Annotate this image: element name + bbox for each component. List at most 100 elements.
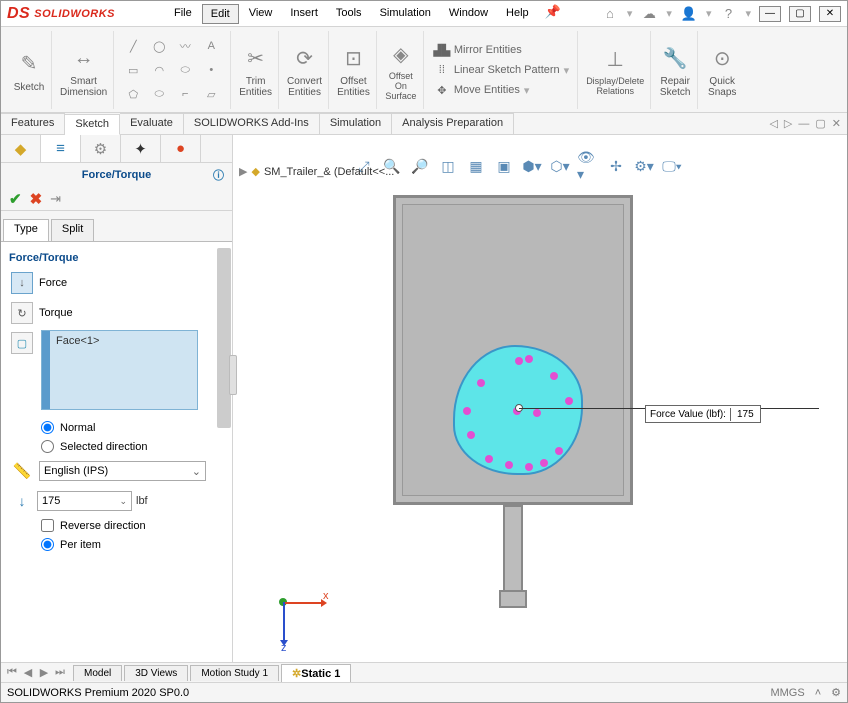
cloud-icon[interactable]: ☁ xyxy=(640,5,658,23)
ribbon-offset-surface[interactable]: ◈ Offset On Surface xyxy=(379,31,424,109)
user-icon[interactable]: 👤 xyxy=(680,5,698,23)
tree-root-label[interactable]: SM_Trailer_& (Default<<... xyxy=(264,166,394,178)
display-style-icon[interactable]: ▣ xyxy=(493,155,515,177)
tab-analysis[interactable]: Analysis Preparation xyxy=(392,113,514,134)
splitter-handle[interactable] xyxy=(229,355,237,395)
menu-window[interactable]: Window xyxy=(441,4,496,24)
force-value-input[interactable]: 175 ⌄ xyxy=(37,491,132,511)
selection-list[interactable]: Face<1> xyxy=(41,330,198,410)
display-icon[interactable]: 🖵▾ xyxy=(661,155,683,177)
force-callout[interactable]: Force Value (lbf): 175 xyxy=(645,405,761,423)
cancel-button[interactable]: ✖ xyxy=(30,190,43,208)
first-icon[interactable]: ⏮ xyxy=(5,666,19,679)
menu-simulation[interactable]: Simulation xyxy=(372,4,439,24)
doc-close-icon[interactable]: ✕ xyxy=(832,117,841,130)
arc-icon[interactable]: ◠ xyxy=(148,60,170,80)
option-torque[interactable]: ↻ Torque xyxy=(5,298,228,328)
reverse-row[interactable]: Reverse direction xyxy=(5,516,228,535)
section-force-torque[interactable]: Force/Torque ˄ xyxy=(5,248,228,268)
tab-model[interactable]: Model xyxy=(73,665,122,681)
per-item-radio[interactable] xyxy=(41,538,54,551)
tab-features[interactable]: Features xyxy=(1,113,65,134)
ribbon-smart-dimension[interactable]: ↔ Smart Dimension xyxy=(54,31,114,109)
help-icon[interactable]: ? xyxy=(719,5,737,23)
feature-tree-tab[interactable]: ◆ xyxy=(1,135,41,162)
tab-simulation[interactable]: Simulation xyxy=(320,113,392,134)
menu-view[interactable]: View xyxy=(241,4,281,24)
plane-icon[interactable]: ▱ xyxy=(200,84,222,104)
next-icon[interactable]: ▶ xyxy=(37,666,51,679)
menu-help[interactable]: Help xyxy=(498,4,537,24)
units-icon[interactable]: 📏 xyxy=(11,460,33,482)
ribbon-convert[interactable]: ⟳ Convert Entities xyxy=(281,31,329,109)
appearance-tab[interactable]: ● xyxy=(161,135,201,162)
maximize-button[interactable]: ▢ xyxy=(789,6,811,22)
doc-max-icon[interactable]: ▢ xyxy=(815,117,825,130)
render-icon[interactable]: ✢ xyxy=(605,155,627,177)
close-button[interactable]: ✕ xyxy=(819,6,841,22)
menu-insert[interactable]: Insert xyxy=(282,4,326,24)
ribbon-quick-snaps[interactable]: ⊙ Quick Snaps xyxy=(700,31,744,109)
ribbon-repair[interactable]: 🔧 Repair Sketch xyxy=(653,31,698,109)
menu-edit[interactable]: Edit xyxy=(202,4,239,24)
callout-value[interactable]: 175 xyxy=(730,408,760,421)
model-viewport[interactable] xyxy=(393,195,635,605)
home-icon[interactable]: ⌂ xyxy=(601,5,619,23)
per-item-row[interactable]: Per item xyxy=(5,535,228,554)
linear-pattern[interactable]: ⁞⁞Linear Sketch Pattern▾ xyxy=(434,62,569,78)
fillet-icon[interactable]: ⌐ xyxy=(174,84,196,104)
last-icon[interactable]: ⏭ xyxy=(53,666,67,679)
scene-icon[interactable]: 👁▾ xyxy=(577,155,599,177)
flyout-tree[interactable]: ▶ ◆ SM_Trailer_& (Default<<... xyxy=(239,165,394,178)
spinner-icon[interactable]: ⌄ xyxy=(119,496,127,507)
ribbon-relations[interactable]: ⊥ Display/Delete Relations xyxy=(580,31,651,109)
tab-sketch[interactable]: Sketch xyxy=(65,114,120,135)
help-icon[interactable]: ⓘ xyxy=(213,167,224,183)
circle-icon[interactable]: ◯ xyxy=(148,36,170,56)
ribbon-offset[interactable]: ⊡ Offset Entities xyxy=(331,31,377,109)
chevron-up-icon[interactable]: ˄ xyxy=(815,687,821,699)
face-icon[interactable]: ▢ xyxy=(11,332,33,354)
radio-selected-direction[interactable]: Selected direction xyxy=(5,437,228,456)
slot-icon[interactable]: ⬭ xyxy=(148,84,170,104)
ribbon-trim[interactable]: ✂ Trim Entities xyxy=(233,31,279,109)
tab-evaluate[interactable]: Evaluate xyxy=(120,113,184,134)
ellipse-icon[interactable]: ⬭ xyxy=(174,60,196,80)
trailer-foot[interactable] xyxy=(499,590,527,608)
pin-icon[interactable]: 📌 xyxy=(545,4,561,24)
section-icon[interactable]: ◫ xyxy=(437,155,459,177)
units-indicator[interactable]: MMGS xyxy=(770,687,804,699)
appearances-icon[interactable]: ⬡▾ xyxy=(549,155,571,177)
settings-icon[interactable]: ⚙▾ xyxy=(633,155,655,177)
keep-visible-button[interactable]: ⇥ xyxy=(50,191,61,207)
ribbon-sketch[interactable]: ✎ Sketch xyxy=(7,31,52,109)
option-force[interactable]: ↓ Force xyxy=(5,268,228,298)
prev-icon[interactable]: ◁ xyxy=(769,117,777,130)
point-icon[interactable]: • xyxy=(200,60,222,80)
tab-motion-study[interactable]: Motion Study 1 xyxy=(190,665,279,681)
seldir-radio[interactable] xyxy=(41,440,54,453)
property-tab[interactable]: ≡ xyxy=(41,135,81,162)
expand-icon[interactable]: ▶ xyxy=(239,165,247,178)
menu-file[interactable]: File xyxy=(166,4,200,24)
normal-radio[interactable] xyxy=(41,421,54,434)
selected-face[interactable] xyxy=(453,345,583,475)
mirror-entities[interactable]: ▟▙Mirror Entities xyxy=(434,42,522,58)
reverse-checkbox[interactable] xyxy=(41,519,54,532)
text-icon[interactable]: A xyxy=(200,36,222,56)
tab-addins[interactable]: SOLIDWORKS Add-Ins xyxy=(184,113,320,134)
hide-show-icon[interactable]: ⬢▾ xyxy=(521,155,543,177)
config-tab[interactable]: ⚙ xyxy=(81,135,121,162)
menu-tools[interactable]: Tools xyxy=(328,4,370,24)
poly-icon[interactable]: ⬠ xyxy=(122,84,144,104)
sub-tab-split[interactable]: Split xyxy=(51,219,94,241)
tab-static[interactable]: ✲Static 1 xyxy=(281,664,351,682)
graphics-area[interactable]: ⤢ 🔍 🔎 ◫ ▦ ▣ ⬢▾ ⬡▾ 👁▾ ✢ ⚙▾ 🖵▾ ▶ ◆ SM_Trai… xyxy=(233,135,847,662)
options-icon[interactable]: ⚙ xyxy=(831,686,841,699)
rect-icon[interactable]: ▭ xyxy=(122,60,144,80)
orient-icon[interactable]: ▦ xyxy=(465,155,487,177)
dim-tab[interactable]: ✦ xyxy=(121,135,161,162)
spline-icon[interactable]: 〰 xyxy=(174,36,196,56)
ok-button[interactable]: ✔ xyxy=(9,190,22,208)
sub-tab-type[interactable]: Type xyxy=(3,219,49,241)
